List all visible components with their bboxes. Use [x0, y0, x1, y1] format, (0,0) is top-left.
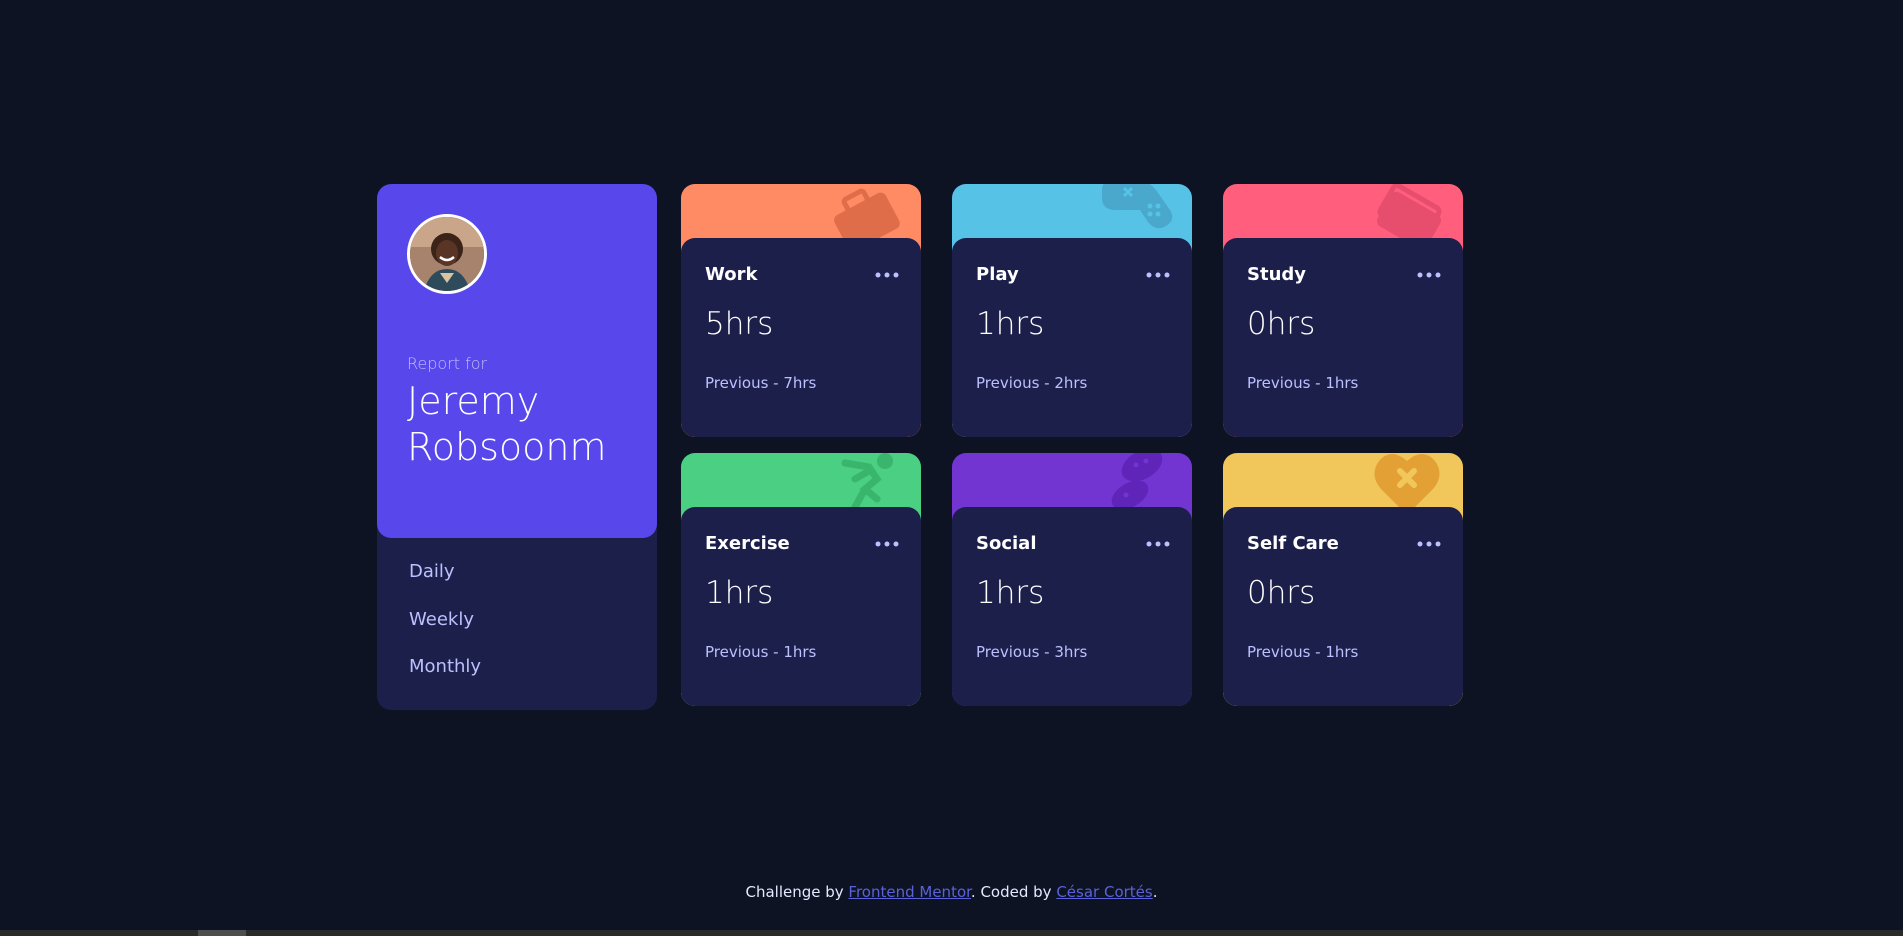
timeframe-weekly[interactable]: Weekly [409, 608, 474, 632]
ellipsis-icon[interactable] [1146, 272, 1170, 278]
card-previous: Previous - 3hrs [976, 643, 1088, 661]
card-social: Social 1hrs Previous - 3hrs [952, 453, 1192, 706]
card-previous: Previous - 7hrs [705, 374, 817, 392]
card-title: Play [976, 264, 1019, 285]
card-hours: 1hrs [976, 306, 1045, 342]
card-title: Work [705, 264, 758, 285]
report-for-label: Report for [407, 354, 488, 373]
card-self-care: Self Care 0hrs Previous - 1hrs [1223, 453, 1463, 706]
card-hours: 1hrs [976, 575, 1045, 611]
user-avatar [407, 214, 487, 294]
card-title: Self Care [1247, 533, 1339, 554]
user-name: Jeremy Robsoonm [407, 379, 607, 469]
card-body: Exercise 1hrs Previous - 1hrs [681, 507, 921, 706]
card-title: Study [1247, 264, 1307, 285]
card-hours: 5hrs [705, 306, 774, 342]
card-previous: Previous - 1hrs [1247, 374, 1359, 392]
timeframe-daily[interactable]: Daily [409, 560, 455, 584]
ellipsis-icon[interactable] [875, 272, 899, 278]
card-previous: Previous - 2hrs [976, 374, 1088, 392]
card-previous: Previous - 1hrs [1247, 643, 1359, 661]
ellipsis-icon[interactable] [1417, 272, 1441, 278]
card-hours: 0hrs [1247, 306, 1316, 342]
card-body: Self Care 0hrs Previous - 1hrs [1223, 507, 1463, 706]
dashboard: Report for Jeremy Robsoonm Daily Weekly … [377, 184, 1463, 710]
card-body: Play 1hrs Previous - 2hrs [952, 238, 1192, 437]
footer-prefix: Challenge by [745, 883, 849, 901]
author-link[interactable]: César Cortés [1056, 883, 1152, 901]
card-body: Study 0hrs Previous - 1hrs [1223, 238, 1463, 437]
ellipsis-icon[interactable] [1146, 541, 1170, 547]
frontend-mentor-link[interactable]: Frontend Mentor [848, 883, 971, 901]
timeframe-monthly[interactable]: Monthly [409, 655, 481, 679]
footer-middle: . Coded by [970, 883, 1057, 901]
horizontal-scrollbar[interactable] [0, 930, 1903, 936]
profile-header: Report for Jeremy Robsoonm [377, 184, 657, 538]
card-previous: Previous - 1hrs [705, 643, 817, 661]
card-hours: 0hrs [1247, 575, 1316, 611]
attribution-footer: Challenge by Frontend Mentor. Coded by C… [0, 883, 1903, 901]
card-study: Study 0hrs Previous - 1hrs [1223, 184, 1463, 437]
ellipsis-icon[interactable] [875, 541, 899, 547]
card-title: Exercise [705, 533, 790, 554]
card-hours: 1hrs [705, 575, 774, 611]
card-title: Social [976, 533, 1037, 554]
card-work: Work 5hrs Previous - 7hrs [681, 184, 921, 437]
card-exercise: Exercise 1hrs Previous - 1hrs [681, 453, 921, 706]
card-body: Social 1hrs Previous - 3hrs [952, 507, 1192, 706]
footer-suffix: . [1152, 883, 1158, 901]
card-body: Work 5hrs Previous - 7hrs [681, 238, 921, 437]
profile-card: Report for Jeremy Robsoonm Daily Weekly … [377, 184, 657, 710]
ellipsis-icon[interactable] [1417, 541, 1441, 547]
card-play: Play 1hrs Previous - 2hrs [952, 184, 1192, 437]
scrollbar-thumb[interactable] [198, 930, 246, 936]
timeframe-list: Daily Weekly Monthly [409, 560, 481, 703]
